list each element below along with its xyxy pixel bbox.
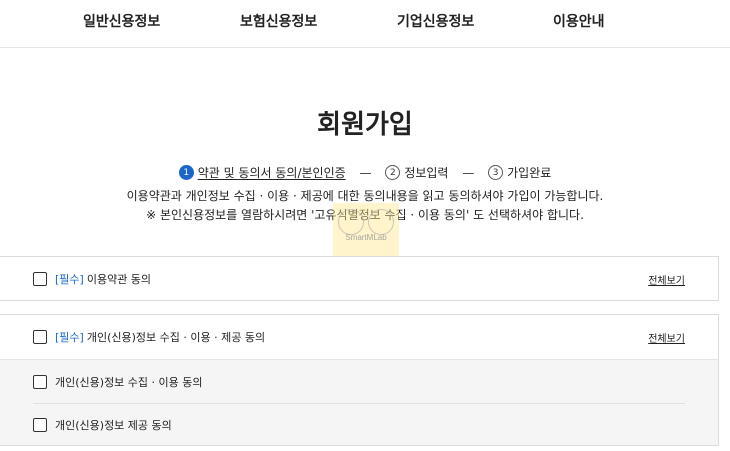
terms-agreement-text: 이용약관 동의 bbox=[86, 273, 152, 286]
terms-agreement-checkbox[interactable] bbox=[33, 272, 47, 286]
notice-line-1: 이용약관과 개인정보 수집 · 이용 · 제공에 대한 동의내용을 읽고 동의하… bbox=[126, 189, 604, 203]
step-indicator: 1 약관 및 동의서 동의/본인인증 — 2 정보입력 — 3 가입완료 bbox=[0, 164, 730, 181]
page-title: 회원가입 bbox=[317, 110, 413, 140]
step-label: 약관 및 동의서 동의/본인인증 bbox=[197, 166, 346, 180]
terms-agreement-box: [필수] 이용약관 동의 전체보기 bbox=[0, 256, 719, 301]
provision-agreement-checkbox[interactable] bbox=[33, 418, 47, 432]
nav-item-general-credit[interactable]: 일반신용정보 bbox=[83, 11, 160, 31]
watermark-text: SmartMLab bbox=[345, 233, 387, 242]
collection-use-agreement-label: 개인(신용)정보 수집 · 이용 동의 bbox=[55, 375, 203, 389]
nav-item-insurance-credit[interactable]: 보험신용정보 bbox=[240, 11, 317, 31]
collection-use-agreement-checkbox[interactable] bbox=[33, 374, 47, 389]
nav-item-usage-guide[interactable]: 이용안내 bbox=[553, 11, 605, 31]
step-1: 1 약관 및 동의서 동의/본인인증 bbox=[178, 164, 346, 181]
top-navigation: 일반신용정보 보험신용정보 기업신용정보 이용안내 bbox=[0, 0, 730, 48]
required-tag: [필수] bbox=[55, 331, 84, 344]
step-number: 2 bbox=[385, 165, 401, 180]
step-separator: — bbox=[359, 165, 372, 180]
personal-info-sub-items: 개인(신용)정보 수집 · 이용 동의 개인(신용)정보 제공 동의 bbox=[0, 359, 718, 445]
watermark-circle-icon bbox=[338, 209, 364, 235]
personal-info-agreement-checkbox[interactable] bbox=[33, 330, 47, 344]
provision-agreement-label: 개인(신용)정보 제공 동의 bbox=[55, 419, 172, 432]
step-number: 3 bbox=[488, 165, 504, 180]
personal-info-agreement-box: [필수] 개인(신용)정보 수집 · 이용 · 제공 동의 전체보기 개인(신용)… bbox=[0, 314, 719, 446]
step-3: 3 가입완료 bbox=[488, 164, 551, 181]
watermark-circle-icon bbox=[368, 209, 394, 235]
terms-agreement-label: [필수] 이용약관 동의 bbox=[55, 271, 151, 287]
sub-agreement-row-collection: 개인(신용)정보 수집 · 이용 동의 bbox=[0, 360, 718, 403]
nav-item-corporate-credit[interactable]: 기업신용정보 bbox=[397, 11, 474, 31]
personal-info-view-all-link[interactable]: 전체보기 bbox=[648, 330, 685, 345]
terms-agreement-row: [필수] 이용약관 동의 전체보기 bbox=[0, 257, 718, 301]
personal-info-agreement-text: 개인(신용)정보 수집 · 이용 · 제공 동의 bbox=[86, 331, 266, 344]
step-number: 1 bbox=[178, 165, 194, 180]
watermark: SmartMLab bbox=[333, 203, 399, 257]
personal-info-agreement-row: [필수] 개인(신용)정보 수집 · 이용 · 제공 동의 전체보기 bbox=[0, 315, 718, 359]
step-separator: — bbox=[462, 165, 475, 180]
step-label: 가입완료 bbox=[507, 166, 552, 180]
step-label: 정보입력 bbox=[404, 166, 449, 180]
required-tag: [필수] bbox=[55, 273, 84, 286]
terms-view-all-link[interactable]: 전체보기 bbox=[648, 272, 685, 287]
step-2: 2 정보입력 bbox=[385, 164, 448, 181]
sub-agreement-row-provision: 개인(신용)정보 제공 동의 bbox=[0, 404, 718, 446]
personal-info-agreement-label: [필수] 개인(신용)정보 수집 · 이용 · 제공 동의 bbox=[55, 329, 265, 345]
